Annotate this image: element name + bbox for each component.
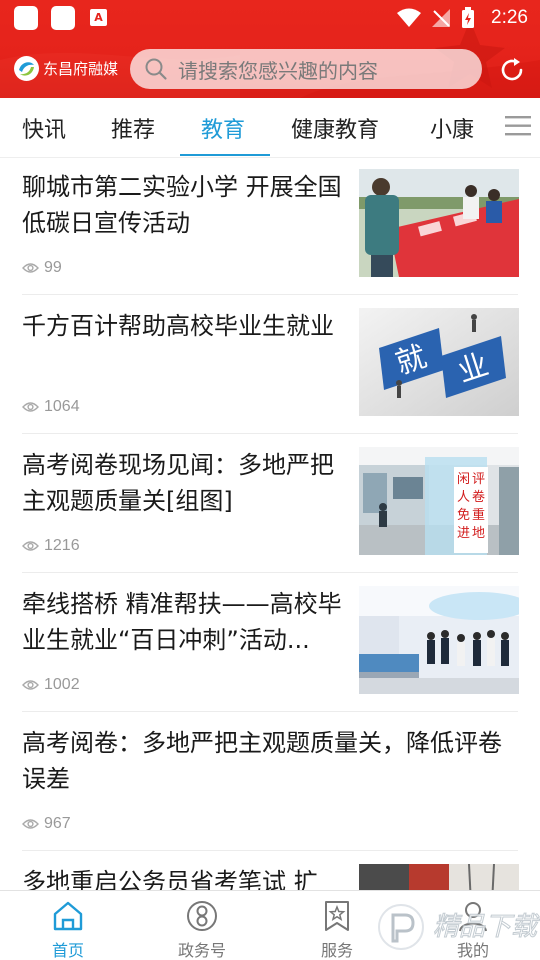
news-thumbnail: 就 业	[359, 308, 519, 416]
eye-icon	[22, 402, 39, 412]
news-item[interactable]: 牵线搭桥 精准帮扶——高校毕业生就业“百日冲刺”活动... 1002	[0, 575, 540, 714]
eye-icon	[22, 541, 39, 551]
news-title: 高考阅卷：多地严把主观题质量关，降低评卷误差	[22, 729, 502, 793]
news-title: 千方百计帮助高校毕业生就业	[22, 312, 334, 340]
nav-label: 服务	[320, 941, 353, 960]
tab-jiankang-jiaoyu[interactable]: 健康教育	[291, 112, 379, 144]
news-thumbnail	[359, 586, 519, 694]
battery-charging-icon	[462, 7, 475, 28]
status-bar: A 2:26	[0, 0, 540, 36]
view-count-value: 1216	[44, 537, 80, 554]
logo-text: 东昌府融媒	[43, 60, 119, 78]
news-title: 聊城市第二实验小学 开展全国低碳日宣传活动	[22, 173, 342, 237]
logo-icon	[14, 56, 39, 81]
active-tab-indicator	[180, 154, 270, 156]
news-thumbnail	[359, 864, 519, 890]
nav-service[interactable]: 服务	[287, 891, 387, 960]
eye-icon	[22, 819, 39, 829]
item-divider	[22, 433, 518, 434]
eye-icon	[22, 680, 39, 690]
view-count: 1002	[22, 676, 80, 694]
wifi-icon	[397, 8, 422, 27]
nav-government[interactable]: 政务号	[152, 891, 252, 960]
view-count-value: 1064	[44, 398, 80, 415]
item-divider	[22, 572, 518, 573]
refresh-icon[interactable]	[497, 55, 527, 85]
home-icon	[53, 901, 83, 931]
news-title: 多地重启公务员省考笔试 扩	[22, 868, 318, 890]
view-count-value: 1002	[44, 676, 80, 693]
view-count: 1064	[22, 398, 80, 416]
news-title: 高考阅卷现场见闻：多地严把主观题质量关[组图]	[22, 451, 334, 515]
news-list: 聊城市第二实验小学 开展全国低碳日宣传活动 99 千方百计帮助高校毕业生就业 1…	[0, 158, 540, 890]
nav-home[interactable]: 首页	[18, 891, 118, 960]
watermark-logo: 精品下载	[378, 904, 540, 950]
news-thumbnail	[359, 169, 519, 277]
notification-icon	[14, 6, 38, 30]
app-notification-icon: A	[90, 9, 107, 26]
tab-jiaoyu[interactable]: 教育	[201, 112, 245, 144]
nav-label: 首页	[51, 941, 84, 960]
nav-label: 政务号	[177, 941, 226, 960]
item-divider	[22, 711, 518, 712]
tab-tuijian[interactable]: 推荐	[111, 112, 155, 144]
status-time: 2:26	[491, 7, 528, 28]
menu-icon[interactable]	[503, 113, 533, 139]
news-item[interactable]: 聊城市第二实验小学 开展全国低碳日宣传活动 99	[0, 158, 540, 297]
news-item[interactable]: 高考阅卷：多地严把主观题质量关，降低评卷误差 967	[0, 714, 540, 853]
search-placeholder: 请搜索您感兴趣的内容	[178, 58, 378, 83]
government-icon	[187, 901, 217, 931]
news-thumbnail: 闲人免进 评卷重地	[359, 447, 519, 555]
search-icon	[145, 58, 167, 80]
app-header: A 2:26 东昌府融媒 请搜索您感兴趣的内容	[0, 0, 540, 98]
view-count-value: 99	[44, 259, 62, 276]
news-item[interactable]: 高考阅卷现场见闻：多地严把主观题质量关[组图] 1216 闲人免进 评卷重地	[0, 436, 540, 575]
category-tabs: 快讯 推荐 教育 健康教育 小康	[0, 98, 540, 158]
view-count: 1216	[22, 537, 80, 555]
view-count-value: 967	[44, 815, 71, 832]
eye-icon	[22, 263, 39, 273]
search-bar[interactable]: 请搜索您感兴趣的内容	[130, 49, 482, 89]
item-divider	[22, 294, 518, 295]
watermark-text: 精品下载	[433, 912, 540, 942]
app-logo: 东昌府融媒	[14, 56, 118, 81]
news-item[interactable]: 千方百计帮助高校毕业生就业 1064 就 业	[0, 297, 540, 436]
notification-icon	[51, 6, 75, 30]
item-divider	[22, 850, 518, 851]
tab-xiaokang[interactable]: 小康	[430, 112, 474, 144]
no-signal-icon	[432, 9, 451, 27]
tab-kuaixun[interactable]: 快讯	[22, 112, 66, 144]
bookmark-star-icon	[325, 901, 349, 931]
news-item[interactable]: 多地重启公务员省考笔试 扩	[0, 853, 540, 890]
view-count: 99	[22, 259, 62, 277]
view-count: 967	[22, 815, 71, 833]
news-title: 牵线搭桥 精准帮扶——高校毕业生就业“百日冲刺”活动...	[22, 590, 342, 654]
